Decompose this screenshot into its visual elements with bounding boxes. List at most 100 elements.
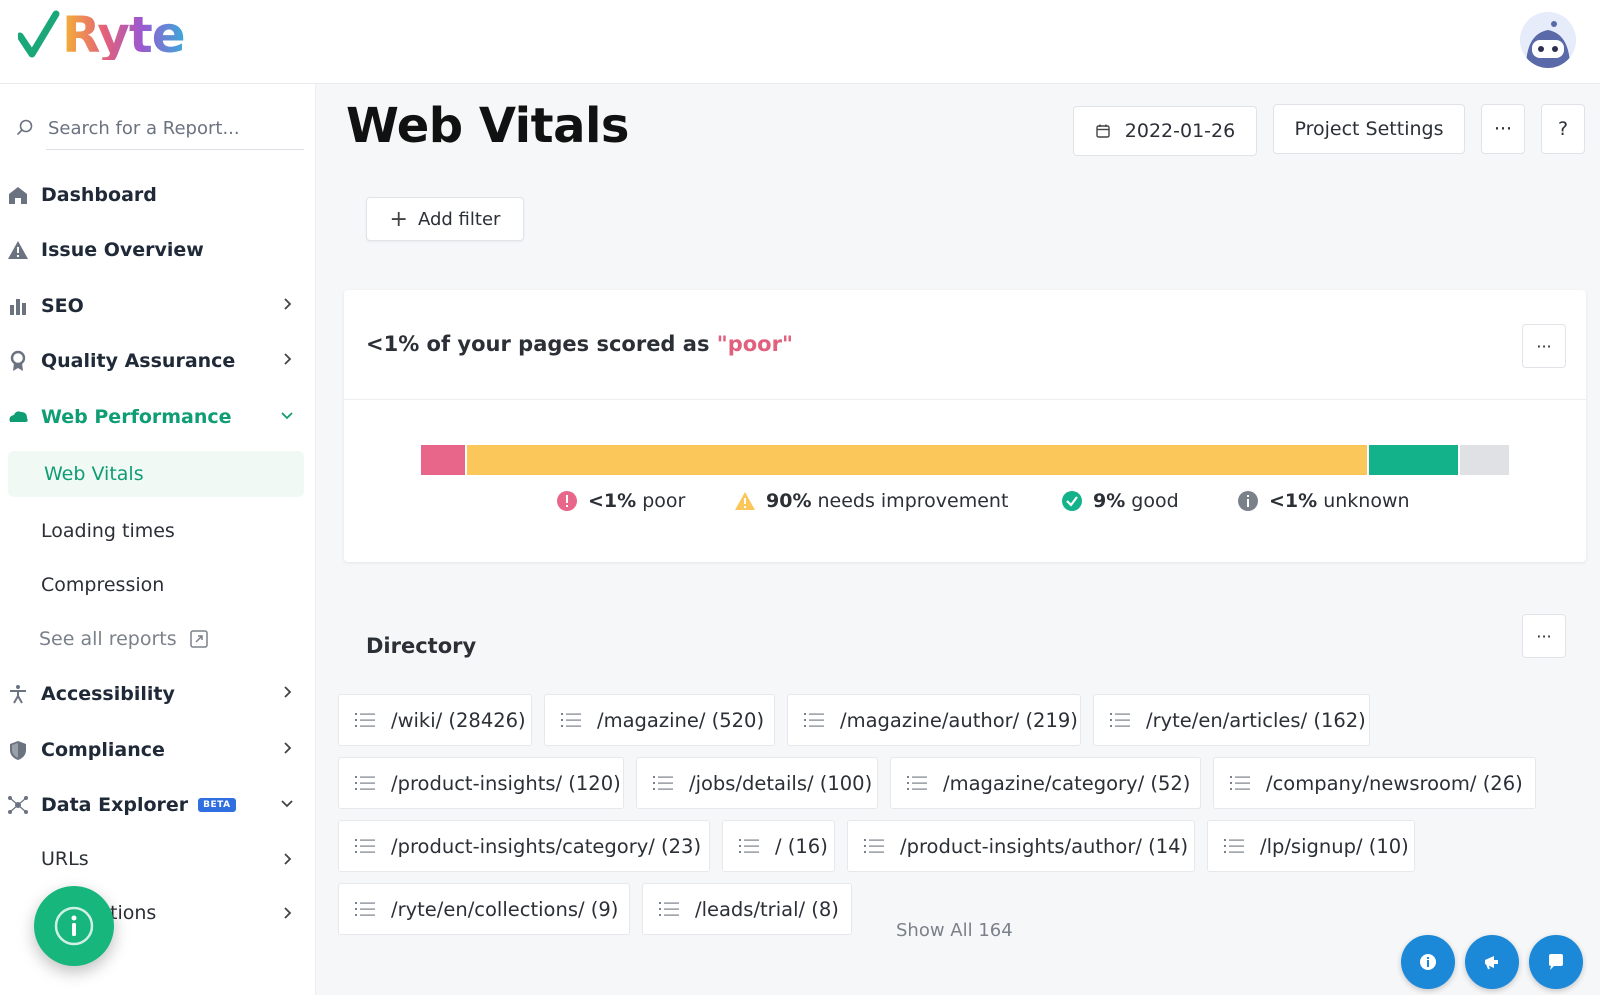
network-icon [7,794,29,816]
directory-chip[interactable]: /wiki/ (28426) [338,694,532,746]
list-icon [864,839,884,853]
help-button[interactable]: ? [1541,104,1585,154]
web-vitals-score-card: <1% of your pages scored as "poor" ··· <… [344,290,1586,562]
announcement-button[interactable] [1465,935,1519,989]
card-title-highlight: "poor" [716,332,793,356]
beta-badge: BETA [198,798,236,812]
list-icon [1224,839,1244,853]
sidebar-item-accessibility[interactable]: Accessibility [0,671,316,717]
chat-button[interactable] [1529,935,1583,989]
directory-chip[interactable]: /jobs/details/ (100) [636,757,878,809]
directory-chip[interactable]: /product-insights/ (120) [338,757,624,809]
sidebar-subitem-compression[interactable]: Compression [0,562,316,608]
main-content: Web Vitals 2022-01-26 Project Settings ·… [316,84,1600,995]
exclamation-icon [557,491,577,511]
warning-triangle-icon [7,239,29,261]
sidebar-see-all-reports[interactable]: See all reports [0,616,316,662]
sidebar-item-label: Dashboard [41,184,157,206]
chevron-right-icon [284,298,292,310]
user-avatar[interactable] [1520,12,1576,68]
list-icon [653,776,673,790]
sidebar-item-seo[interactable]: SEO [0,283,316,329]
legend-percent: 90% [766,490,812,512]
info-fab-button[interactable] [34,886,114,966]
add-filter-label: Add filter [417,208,501,230]
add-filter-button[interactable]: + Add filter [366,197,524,241]
directory-chip-label: /product-insights/author/ (14) [900,834,1189,858]
info-round-button[interactable] [1401,935,1455,989]
list-icon [1230,776,1250,790]
page-title: Web Vitals [346,98,629,154]
bar-segment-poor[interactable] [421,445,467,475]
directory-chip[interactable]: /product-insights/author/ (14) [847,820,1195,872]
robot-avatar-icon [1520,12,1576,68]
directory-chip-label: /product-insights/ (120) [391,771,621,795]
chevron-down-icon [281,800,293,808]
sidebar-item-dashboard[interactable]: Dashboard [0,172,316,218]
directory-chip[interactable]: /ryte/en/articles/ (162) [1093,694,1370,746]
legend-needs-improvement: 90% needs improvement [734,490,1008,512]
shield-icon [7,739,29,761]
legend-percent: <1% [588,490,637,512]
card-title: <1% of your pages scored as "poor" [366,332,793,356]
sidebar-item-label: SEO [41,295,84,317]
legend-label: needs improvement [817,490,1009,512]
legend-label: unknown [1323,490,1410,512]
bar-segment-needs-improvement[interactable] [466,445,1369,475]
distribution-bar [421,445,1509,475]
directory-title: Directory [366,634,477,658]
more-horizontal-icon: ··· [1493,118,1513,140]
sidebar-subitem-loading-times[interactable]: Loading times [0,508,316,554]
chevron-right-icon [284,853,292,865]
directory-chip[interactable]: /magazine/ (520) [544,694,775,746]
directory-chip[interactable]: /company/newsroom/ (26) [1213,757,1536,809]
list-icon [739,839,759,853]
project-settings-label: Project Settings [1294,118,1444,140]
sidebar-item-label: Web Performance [41,406,232,428]
show-all-link[interactable]: Show All 164 [896,920,1013,941]
date-picker-button[interactable]: 2022-01-26 [1073,106,1257,156]
chevron-down-icon [281,412,293,420]
warning-icon [735,492,755,510]
list-icon [804,713,824,727]
directory-more-button[interactable]: ··· [1522,614,1566,658]
sidebar-item-label: Compliance [41,739,165,761]
more-horizontal-icon: ··· [1536,626,1552,646]
sidebar-item-data-explorer[interactable]: Data Explorer BETA [0,782,316,828]
sidebar-subitem-label: URLs [41,848,89,870]
directory-chip-label: /lp/signup/ (10) [1260,834,1409,858]
chat-bubble-icon [1549,954,1563,970]
sidebar-subitem-urls[interactable]: URLs [0,836,316,882]
directory-chip[interactable]: / (16) [722,820,835,872]
sidebar-item-label: Accessibility [41,683,175,705]
project-settings-button[interactable]: Project Settings [1273,104,1465,154]
sidebar-item-label: Data Explorer [41,794,189,816]
sidebar-item-issue-overview[interactable]: Issue Overview [0,227,316,273]
sidebar-item-web-performance[interactable]: Web Performance [0,394,316,440]
sidebar-subitem-web-vitals[interactable]: Web Vitals [8,451,304,497]
header-more-button[interactable]: ··· [1481,104,1525,154]
chevron-right-icon [284,353,292,365]
list-icon [355,713,375,727]
bar-segment-good[interactable] [1368,445,1461,475]
directory-chip-label: /leads/trial/ (8) [695,897,839,921]
directory-chip[interactable]: /magazine/category/ (52) [890,757,1201,809]
sidebar-item-label: Quality Assurance [41,350,236,372]
directory-chip[interactable]: /magazine/author/ (219) [787,694,1081,746]
report-search[interactable] [16,106,304,150]
search-input[interactable] [48,117,288,139]
directory-chip[interactable]: /leads/trial/ (8) [642,883,852,935]
directory-chip[interactable]: /product-insights/category/ (23) [338,820,710,872]
logo-check-icon [18,10,60,58]
bar-segment-unknown[interactable] [1460,445,1509,475]
sidebar-item-quality-assurance[interactable]: Quality Assurance [0,338,316,384]
directory-chip[interactable]: /ryte/en/collections/ (9) [338,883,630,935]
directory-chip[interactable]: /lp/signup/ (10) [1207,820,1415,872]
list-icon [659,902,679,916]
card-title-prefix: <1% of your pages scored as [366,332,717,356]
sidebar-item-compliance[interactable]: Compliance [0,727,316,773]
card-more-button[interactable]: ··· [1522,324,1566,368]
ryte-logo[interactable]: Ryte [18,10,186,60]
list-icon [355,776,375,790]
sidebar-subitem-label: tions [110,902,157,924]
